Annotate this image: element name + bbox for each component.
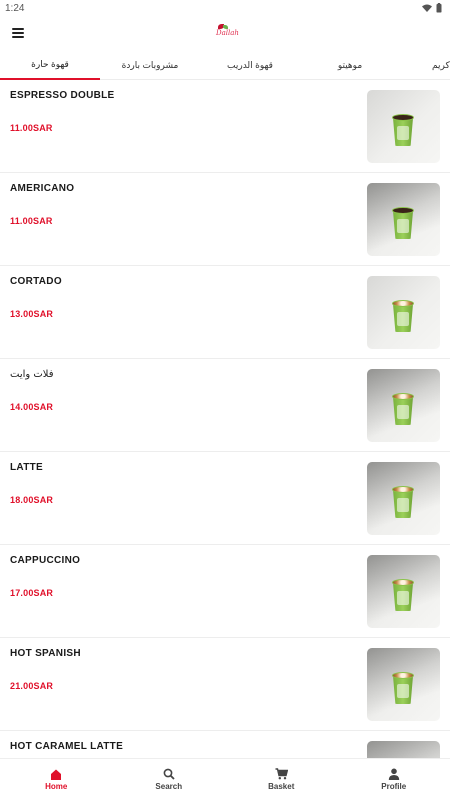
- item-price: 17.00SAR: [10, 588, 54, 598]
- hamburger-menu-icon[interactable]: [12, 25, 28, 41]
- nav-search[interactable]: Search: [113, 759, 226, 800]
- item-name: فلات وايت: [10, 369, 54, 380]
- tab-cold-drinks[interactable]: مشروبات باردة: [100, 50, 200, 80]
- list-item[interactable]: ESPRESSO DOUBLE 11.00SAR: [0, 80, 450, 173]
- nav-basket[interactable]: Basket: [225, 759, 338, 800]
- tab-drip-coffee[interactable]: قهوة الدريب: [200, 50, 300, 80]
- wifi-icon: [422, 4, 432, 12]
- nav-home[interactable]: Home: [0, 759, 113, 800]
- item-price: 14.00SAR: [10, 402, 54, 412]
- person-icon: [387, 768, 401, 780]
- item-price: 18.00SAR: [10, 495, 54, 505]
- nav-profile[interactable]: Profile: [338, 759, 450, 800]
- latte-cup-photo: [367, 462, 440, 535]
- hot-caramel-latte-cup-photo: [367, 741, 440, 758]
- americano-cup-photo: [367, 183, 440, 256]
- item-name: CORTADO: [10, 276, 62, 287]
- brand-logo: Dallah: [214, 24, 239, 40]
- tab-hot-coffee[interactable]: قهوة حارة: [0, 50, 100, 80]
- list-item[interactable]: AMERICANO 11.00SAR: [0, 173, 450, 266]
- cappuccino-cup-photo: [367, 555, 440, 628]
- item-name: LATTE: [10, 462, 43, 473]
- item-price: 11.00SAR: [10, 123, 53, 133]
- status-icons: [422, 3, 442, 13]
- list-item[interactable]: فلات وايت 14.00SAR: [0, 359, 450, 452]
- list-item[interactable]: CORTADO 13.00SAR: [0, 266, 450, 359]
- category-tabs: كريم موهيتو قهوة الدريب مشروبات باردة قه…: [0, 50, 450, 80]
- item-price: 13.00SAR: [10, 309, 54, 319]
- hot-spanish-cup-photo: [367, 648, 440, 721]
- home-icon: [49, 768, 63, 780]
- list-item[interactable]: HOT CARAMEL LATTE: [0, 731, 450, 758]
- item-name: HOT CARAMEL LATTE: [10, 741, 124, 752]
- tab-mojito[interactable]: موهيتو: [300, 50, 400, 80]
- item-name: HOT SPANISH: [10, 648, 81, 659]
- cortado-cup-photo: [367, 276, 440, 349]
- status-time: 1:24: [5, 2, 25, 14]
- battery-icon: [436, 3, 442, 13]
- product-list[interactable]: ESPRESSO DOUBLE 11.00SAR AMERICANO 11.00…: [0, 80, 450, 758]
- list-item[interactable]: LATTE 18.00SAR: [0, 452, 450, 545]
- item-name: AMERICANO: [10, 183, 75, 194]
- list-item[interactable]: HOT SPANISH 21.00SAR: [0, 638, 450, 731]
- status-bar: 1:24: [0, 0, 450, 16]
- list-item[interactable]: CAPPUCCINO 17.00SAR: [0, 545, 450, 638]
- item-price: 21.00SAR: [10, 681, 54, 691]
- espresso-cup-photo: [367, 90, 440, 163]
- cart-icon: [274, 768, 288, 780]
- item-price: 11.00SAR: [10, 216, 53, 226]
- item-name: ESPRESSO DOUBLE: [10, 90, 115, 101]
- app-bar: Dallah: [0, 16, 450, 50]
- tab-cream[interactable]: كريم: [414, 50, 450, 80]
- flat-white-cup-photo: [367, 369, 440, 442]
- item-name: CAPPUCCINO: [10, 555, 81, 566]
- bottom-navigation: Home Search Basket Profile: [0, 758, 450, 800]
- search-icon: [162, 768, 176, 780]
